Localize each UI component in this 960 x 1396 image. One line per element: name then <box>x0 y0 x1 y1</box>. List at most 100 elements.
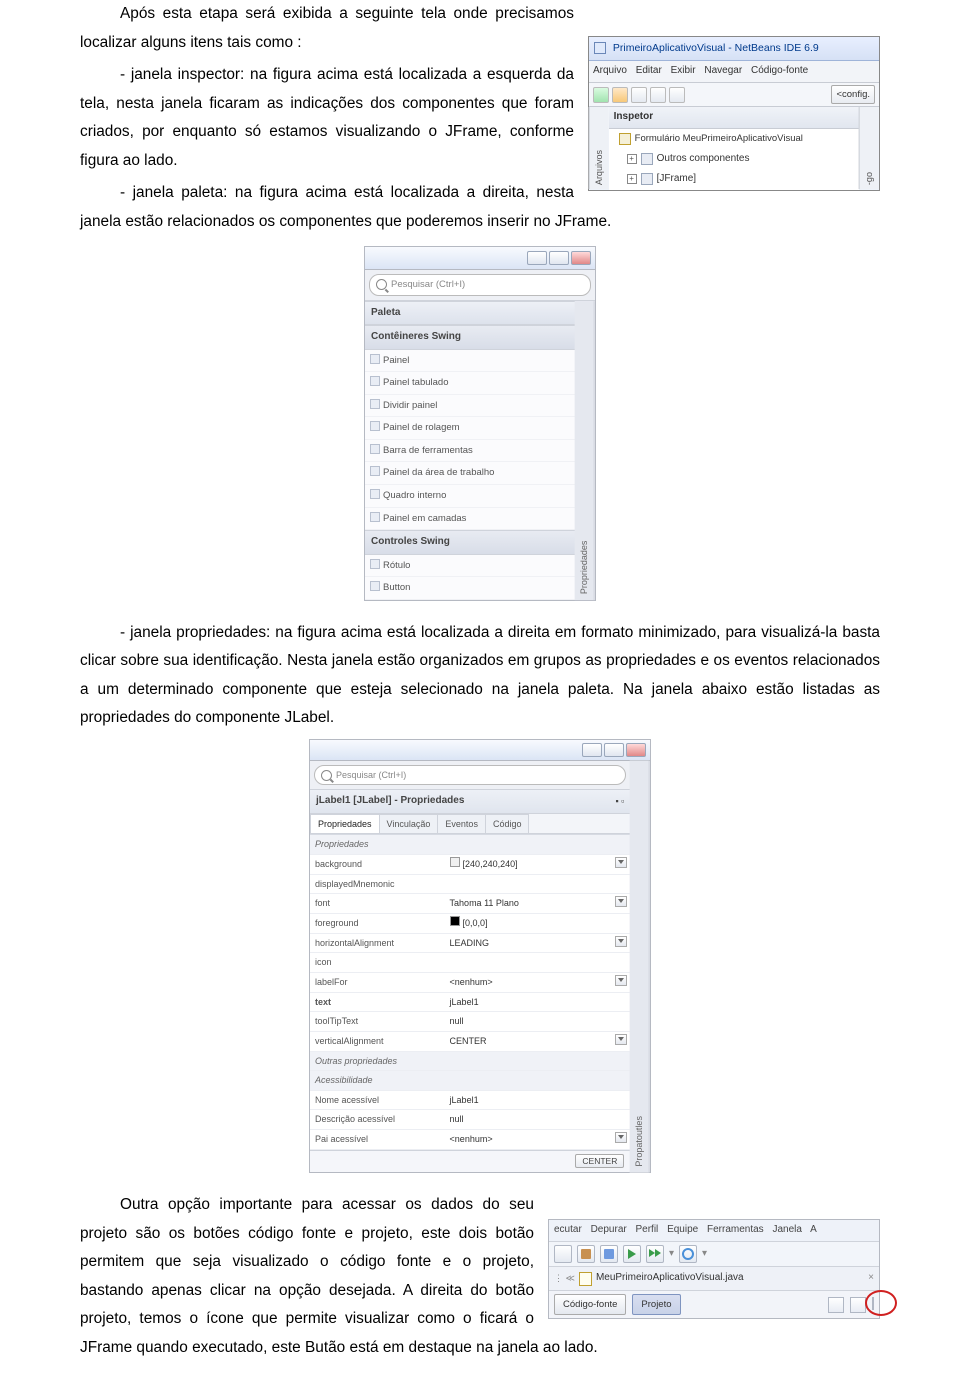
palette-item[interactable]: Dividir painel <box>365 395 575 418</box>
window-title: PrimeiroAplicativoVisual - NetBeans IDE … <box>589 37 879 61</box>
table-row[interactable]: Pai acessível<nenhum> <box>310 1130 630 1150</box>
table-row[interactable]: labelFor<nenhum> <box>310 972 630 992</box>
toolbar-small-icon[interactable] <box>828 1297 844 1313</box>
run-icon[interactable] <box>623 1245 641 1263</box>
palette-item[interactable]: Quadro interno <box>365 485 575 508</box>
component-icon <box>641 153 653 165</box>
tab-eventos[interactable]: Eventos <box>437 814 486 834</box>
palette-item[interactable]: Painel de rolagem <box>365 417 575 440</box>
table-row[interactable]: foreground[0,0,0] <box>310 914 630 934</box>
menu-item[interactable]: A <box>810 1224 817 1235</box>
menu-item[interactable]: Equipe <box>667 1224 698 1235</box>
minimize-icon[interactable] <box>582 743 602 757</box>
props-group: Propriedades <box>310 835 630 855</box>
table-row[interactable]: Nome acessíveljLabel1 <box>310 1090 630 1110</box>
palette-item[interactable]: Painel tabulado <box>365 372 575 395</box>
sidebar-tab-propriedades[interactable]: Propriedades <box>575 301 595 600</box>
palette-group-controls[interactable]: Controles Swing <box>365 530 575 555</box>
toolbar-small-icon[interactable] <box>850 1297 866 1313</box>
sidebar-tab-go[interactable]: -go <box>859 107 879 189</box>
dropdown-icon[interactable] <box>615 936 627 947</box>
new-file-icon[interactable] <box>593 87 609 103</box>
clean-icon[interactable] <box>600 1245 618 1263</box>
menu-exibir[interactable]: Exibir <box>671 65 696 76</box>
save-icon[interactable] <box>631 87 647 103</box>
title-text: PrimeiroAplicativoVisual - NetBeans IDE … <box>613 42 819 54</box>
palette-item[interactable]: Painel em camadas <box>365 508 575 531</box>
menu-navegar[interactable]: Navegar <box>704 65 742 76</box>
open-icon[interactable] <box>612 87 628 103</box>
toolbar-icon[interactable] <box>669 87 685 103</box>
window-controls <box>310 740 650 761</box>
table-row[interactable]: toolTipTextnull <box>310 1012 630 1032</box>
search-icon <box>376 279 387 290</box>
dropdown-icon[interactable] <box>615 896 627 907</box>
props-footer: CENTER <box>310 1150 630 1173</box>
close-icon[interactable] <box>571 251 591 265</box>
table-row[interactable]: fontTahoma 11 Plano <box>310 894 630 914</box>
tab-codigo[interactable]: Código <box>485 814 530 834</box>
toolbar-icon[interactable] <box>554 1245 572 1263</box>
properties-title-text: jLabel1 [JLabel] - Propriedades <box>316 792 464 811</box>
table-row[interactable]: horizontalAlignmentLEADING <box>310 933 630 953</box>
table-row[interactable]: background[240,240,240] <box>310 855 630 875</box>
palette-item[interactable]: Rótulo <box>365 555 575 578</box>
menu-item[interactable]: Perfil <box>636 1224 659 1235</box>
tree-label: Formulário MeuPrimeiroAplicativoVisual <box>635 130 803 148</box>
toolbar-icon[interactable] <box>650 87 666 103</box>
palette-item[interactable]: Painel <box>365 350 575 373</box>
file-tab[interactable]: MeuPrimeiroAplicativoVisual.java <box>596 1269 744 1288</box>
dropdown-icon[interactable] <box>615 975 627 986</box>
profile-icon[interactable] <box>679 1245 697 1263</box>
expand-icon[interactable]: + <box>627 154 637 164</box>
menu-item[interactable]: Ferramentas <box>707 1224 764 1235</box>
tree-label: [JFrame] <box>657 170 696 189</box>
tree-row[interactable]: + Outros componentes <box>609 149 860 170</box>
close-icon[interactable] <box>626 743 646 757</box>
close-tab-icon[interactable]: × <box>868 1269 874 1288</box>
palette-item[interactable]: Button <box>365 577 575 600</box>
maximize-icon[interactable] <box>549 251 569 265</box>
sidebar-tab-arquivos[interactable]: Arquivos <box>589 107 609 189</box>
figure-properties: Pesquisar (Ctrl+I) jLabel1 [JLabel] - Pr… <box>309 739 651 1174</box>
expand-icon[interactable]: + <box>627 174 637 184</box>
sidebar-tab-props[interactable]: Propatoutles <box>630 761 650 1173</box>
window-controls <box>365 247 595 270</box>
dropdown-icon[interactable] <box>615 1132 627 1143</box>
tree-row[interactable]: Formulário MeuPrimeiroAplicativoVisual <box>609 129 860 149</box>
menubar[interactable]: Arquivo Editar Exibir Navegar Código-fon… <box>589 61 879 83</box>
debug-icon[interactable] <box>646 1245 664 1263</box>
menu-item[interactable]: Janela <box>772 1224 801 1235</box>
menubar[interactable]: ecutar Depurar Perfil Equipe Ferramentas… <box>549 1220 879 1242</box>
dropdown-icon[interactable] <box>615 857 627 868</box>
menu-arquivo[interactable]: Arquivo <box>593 65 627 76</box>
codigo-fonte-button[interactable]: Código-fonte <box>554 1294 626 1316</box>
maximize-icon[interactable] <box>604 743 624 757</box>
table-row[interactable]: displayedMnemonic <box>310 874 630 894</box>
figure-inspector: PrimeiroAplicativoVisual - NetBeans IDE … <box>588 36 880 191</box>
table-row[interactable]: icon <box>310 953 630 973</box>
palette-group-containers[interactable]: Contêineres Swing <box>365 325 575 350</box>
search-input[interactable]: Pesquisar (Ctrl+I) <box>314 765 626 786</box>
config-button[interactable]: <config. <box>831 85 875 105</box>
menu-item[interactable]: ecutar <box>554 1224 582 1235</box>
center-button[interactable]: CENTER <box>575 1154 624 1168</box>
form-icon <box>619 133 631 145</box>
menu-item[interactable]: Depurar <box>591 1224 627 1235</box>
table-row[interactable]: textjLabel1 <box>310 992 630 1012</box>
palette-item[interactable]: Barra de ferramentas <box>365 440 575 463</box>
search-input[interactable]: Pesquisar (Ctrl+I) <box>369 274 591 296</box>
menu-editar[interactable]: Editar <box>636 65 662 76</box>
palette-item[interactable]: Painel da área de trabalho <box>365 462 575 485</box>
build-icon[interactable] <box>577 1245 595 1263</box>
minimize-icon[interactable] <box>527 251 547 265</box>
table-row[interactable]: Descrição acessívelnull <box>310 1110 630 1130</box>
projeto-button[interactable]: Projeto <box>632 1294 680 1316</box>
tab-propriedades[interactable]: Propriedades <box>310 814 380 834</box>
dropdown-icon[interactable] <box>615 1034 627 1045</box>
table-row[interactable]: verticalAlignmentCENTER <box>310 1031 630 1051</box>
tab-vinculacao[interactable]: Vinculação <box>379 814 439 834</box>
tree-row[interactable]: + [JFrame] <box>609 169 860 190</box>
menu-codigo[interactable]: Código-fonte <box>751 65 808 76</box>
palette-head[interactable]: Paleta <box>365 301 575 326</box>
